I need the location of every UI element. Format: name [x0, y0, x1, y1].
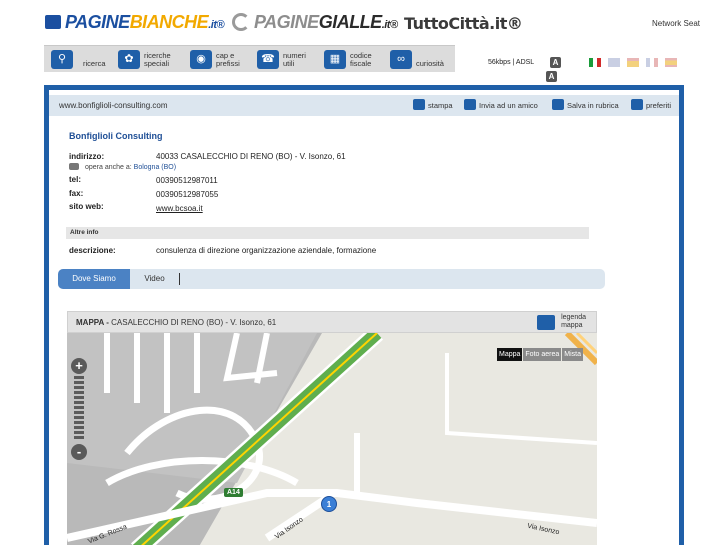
flag-italy-icon[interactable] [589, 58, 601, 67]
website-link[interactable]: www.bcsoa.it [156, 204, 203, 213]
business-name: Bonfiglioli Consulting [69, 131, 163, 141]
zoom-out-button[interactable]: - [71, 444, 87, 460]
map-type-mappa[interactable]: Mappa [497, 348, 523, 361]
map-zoom-control: + - [71, 358, 87, 462]
star-icon [631, 99, 643, 110]
zoom-in-button[interactable]: + [71, 358, 87, 374]
adsl-a-icon-secondary[interactable]: A [546, 71, 557, 82]
location-marker[interactable]: 1 [321, 496, 337, 512]
tool-numeri-utili[interactable]: ☎ numeri utili [257, 50, 313, 70]
tuttocitta-logo[interactable]: TuttoCittà.it® [404, 14, 523, 33]
map-type-mista[interactable]: Mista [562, 348, 583, 361]
flag-france-icon[interactable] [646, 58, 658, 67]
tab-video[interactable]: Video [130, 273, 180, 285]
fax-value: 00390512987055 [156, 190, 219, 199]
map-tiles [67, 333, 597, 545]
send-to-friend-button[interactable]: Invia ad un amico [464, 99, 538, 110]
tool-ricerca[interactable]: ⚲ ricerca [51, 50, 111, 70]
tel-value: 00390512987011 [156, 176, 218, 185]
adsl-a-icon[interactable]: A [550, 57, 561, 68]
main-toolbar: ⚲ ricerca ✿ ricerche speciali ◉ cap e pref… [44, 45, 455, 72]
tool-curiosita[interactable]: ∞ curiosità [390, 50, 452, 70]
tool-cap-prefissi[interactable]: ◉ cap e prefissi [190, 50, 248, 70]
globe-icon: ◉ [190, 50, 212, 69]
a14-highway-label: A14 [224, 488, 243, 497]
flag-germany-icon[interactable] [627, 58, 639, 67]
envelope-icon [464, 99, 476, 110]
address-value: 40033 CASALECCHIO DI RENO (BO) - V. Ison… [156, 152, 346, 161]
website-label: sito web: [69, 202, 104, 211]
printer-icon [413, 99, 425, 110]
brand-bar: PAGINEBIANCHE.it® PAGINEGIALLE.it® Tutto… [0, 0, 727, 44]
listing-tabs: Dove Siamo Video [58, 269, 605, 289]
phone-icon [45, 15, 61, 29]
description-label: descrizione: [69, 246, 116, 255]
also-operates-in: opera anche a: Bologna (BO) [69, 163, 176, 171]
address-label: indirizzo: [69, 152, 105, 161]
zoom-slider[interactable] [74, 376, 84, 440]
tool-ricerche-speciali[interactable]: ✿ ricerche speciali [118, 50, 180, 70]
bandwidth-selector[interactable]: 56kbps | ADSL [488, 59, 534, 66]
paginegialle-logo[interactable]: PAGINEGIALLE.it® [232, 12, 398, 33]
listing-card: www.bonfiglioli-consulting.com stampa In… [44, 85, 684, 545]
id-card-icon: ▦ [324, 50, 346, 69]
print-button[interactable]: stampa [413, 99, 453, 110]
fax-label: fax: [69, 189, 84, 198]
tool-codice-fiscale[interactable]: ▦ codice fiscale [324, 50, 384, 70]
map-legend-button[interactable]: legenda mappa [537, 314, 586, 330]
search-icon: ⚲ [51, 50, 73, 69]
map-header: MAPPA - CASALECCHIO DI RENO (BO) - V. Is… [67, 311, 597, 333]
contact-book-icon [552, 99, 564, 110]
chain-icon: ∞ [390, 50, 412, 69]
map-type-selector: Mappa Foto aerea Mista [496, 348, 583, 361]
map-title: MAPPA - CASALECCHIO DI RENO (BO) - V. Is… [76, 318, 277, 327]
favorites-button[interactable]: preferiti [631, 99, 671, 110]
altre-info-header: Altre info [66, 227, 589, 239]
legend-icon [537, 315, 556, 330]
listing-header-bar: www.bonfiglioli-consulting.com stampa In… [49, 95, 679, 116]
description-value: consulenza di direzione organizzazione a… [156, 246, 377, 255]
flag-uk-icon[interactable] [608, 58, 620, 67]
network-seat-link[interactable]: Network Seat [652, 19, 700, 28]
listing-url[interactable]: www.bonfiglioli-consulting.com [59, 101, 168, 110]
car-icon [69, 163, 79, 170]
paginegialle-g-icon [232, 13, 250, 31]
save-contact-button[interactable]: Salva in rubrica [552, 99, 619, 110]
tel-label: tel: [69, 175, 81, 184]
tab-dove-siamo[interactable]: Dove Siamo [58, 269, 130, 289]
map-type-foto-aerea[interactable]: Foto aerea [523, 348, 562, 361]
paginebianche-logo[interactable]: PAGINEBIANCHE.it® [45, 12, 225, 33]
map-view[interactable]: Mappa Foto aerea Mista + - A14 1 Via G. Ro… [67, 333, 597, 545]
also-city-link[interactable]: Bologna (BO) [134, 164, 176, 171]
flag-spain-icon[interactable] [665, 58, 677, 67]
clover-icon: ✿ [118, 50, 140, 69]
telephone-icon: ☎ [257, 50, 279, 69]
